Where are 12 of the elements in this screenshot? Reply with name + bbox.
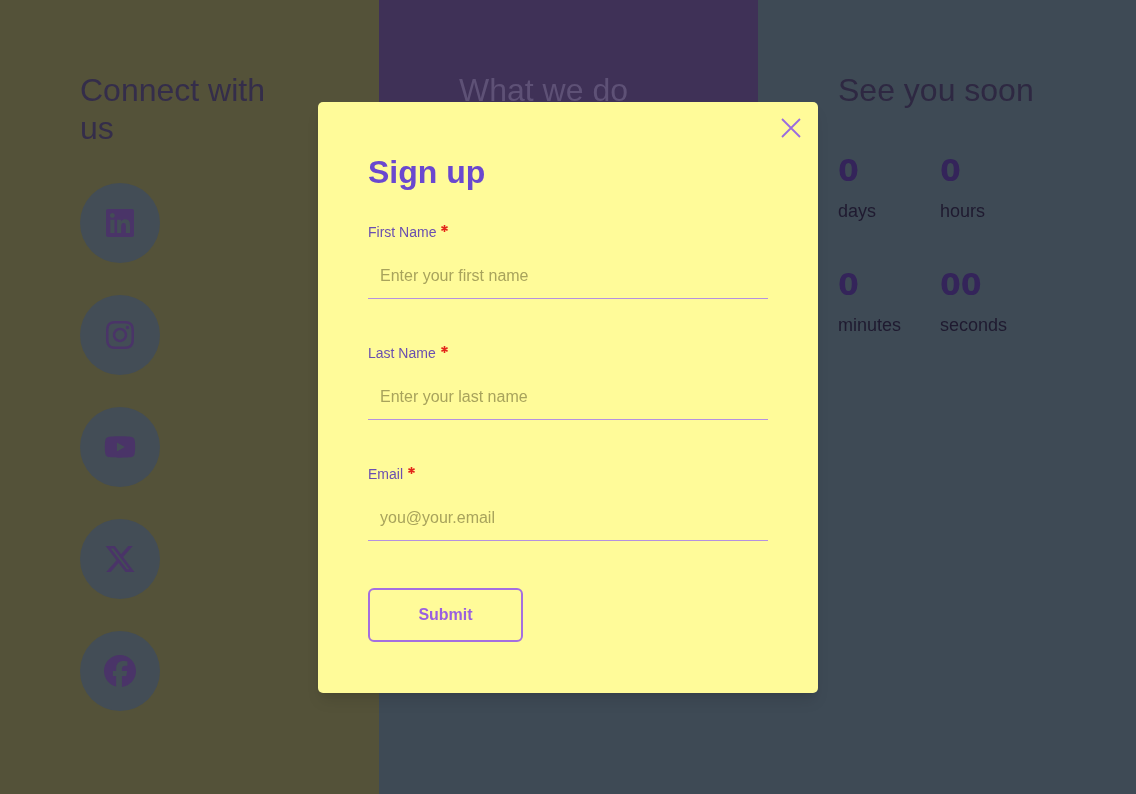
dialog-title: Sign up <box>368 153 487 192</box>
close-button[interactable] <box>781 118 801 138</box>
submit-button[interactable]: Submit <box>368 588 523 642</box>
camera-icon <box>104 319 136 351</box>
field-label: First Name <box>368 223 437 242</box>
x-logo-icon <box>104 543 136 575</box>
close-icon <box>781 118 801 138</box>
text-input-field[interactable]: you@your.email <box>368 496 768 541</box>
field-label: Email <box>368 465 403 484</box>
text-input-field[interactable]: Enter your last name <box>368 375 768 420</box>
text-input-field[interactable]: Enter your first name <box>368 254 768 299</box>
field-label: Last Name <box>368 344 436 363</box>
